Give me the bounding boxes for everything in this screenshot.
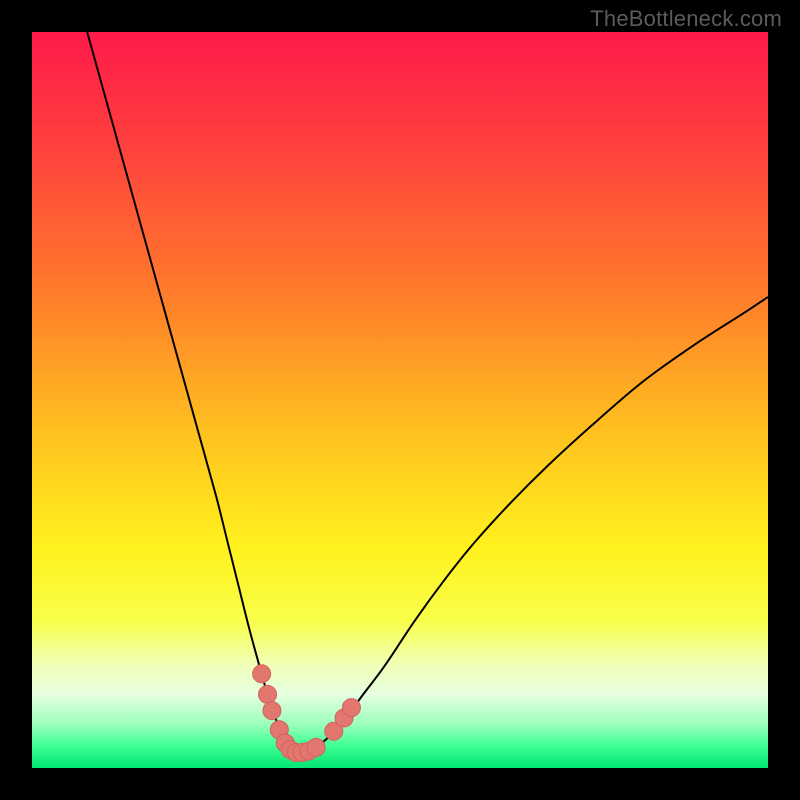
gradient-background	[32, 32, 768, 768]
chart-frame: TheBottleneck.com	[0, 0, 800, 800]
data-point	[263, 702, 281, 720]
watermark-text: TheBottleneck.com	[590, 6, 782, 32]
plot-area	[32, 32, 768, 768]
bottleneck-chart	[32, 32, 768, 768]
data-point	[259, 685, 277, 703]
data-point	[253, 665, 271, 683]
data-point	[307, 738, 325, 756]
data-point	[342, 699, 360, 717]
